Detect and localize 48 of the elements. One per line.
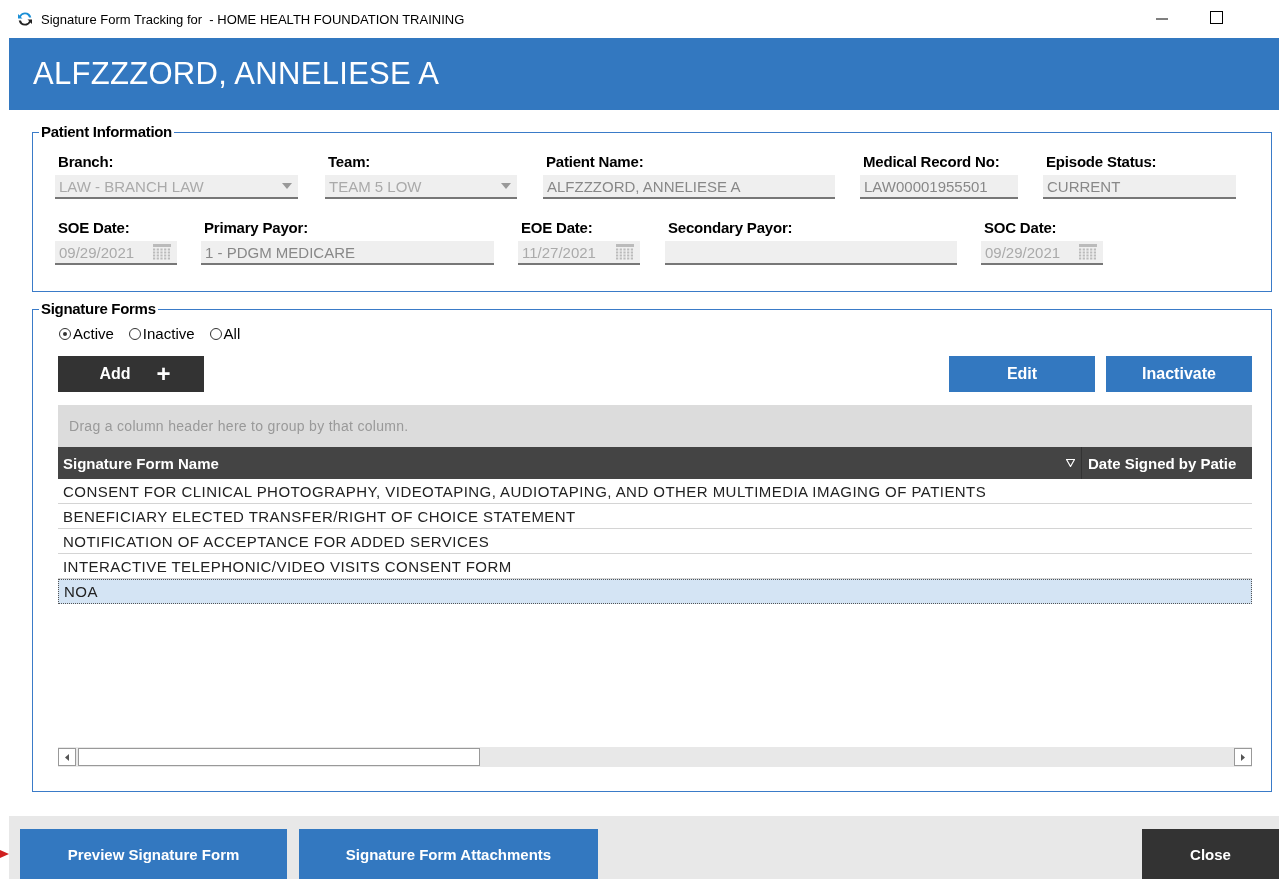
- plus-icon: +: [156, 362, 171, 386]
- scroll-left-icon[interactable]: [65, 753, 69, 761]
- field-label: Episode Status:: [1046, 153, 1158, 170]
- calendar-icon: [1079, 244, 1097, 260]
- add-button[interactable]: Add +: [58, 356, 204, 392]
- filter-icon[interactable]: [1066, 459, 1075, 467]
- field-label: Branch:: [58, 153, 115, 170]
- group-title: Patient Information: [39, 123, 174, 140]
- field-label: Team:: [328, 153, 372, 170]
- pointer-arrow-icon: [0, 850, 9, 858]
- maximize-icon[interactable]: [1210, 11, 1223, 24]
- radio-option[interactable]: Inactive: [128, 325, 195, 342]
- text-field[interactable]: 1 - PDGM MEDICARE: [201, 241, 494, 265]
- dropdown-arrow-icon: [282, 183, 292, 189]
- text-field[interactable]: [665, 241, 957, 265]
- window-title: Signature Form Tracking for - HOME HEALTH FOUNDATION TRAINING: [41, 11, 465, 27]
- column-header[interactable]: Signature Form Name: [63, 454, 1066, 472]
- table-row[interactable]: BENEFICIARY ELECTED TRANSFER/RIGHT OF CHOICE STATEMENT: [58, 504, 1252, 529]
- dropdown-arrow-icon: [501, 183, 511, 189]
- field-label: Secondary Payor:: [668, 219, 794, 236]
- edit-button[interactable]: Edit: [949, 356, 1095, 392]
- calendar-icon: [616, 244, 634, 260]
- close-button[interactable]: Close: [1142, 829, 1279, 879]
- field-label: Primary Payor:: [204, 219, 309, 236]
- scroll-right-icon[interactable]: [1241, 753, 1245, 761]
- calendar-icon: [153, 244, 171, 260]
- group-title: Signature Forms: [39, 300, 158, 317]
- field-label: EOE Date:: [521, 219, 594, 236]
- field-label: SOC Date:: [984, 219, 1058, 236]
- radio-option[interactable]: All: [209, 325, 241, 342]
- text-field[interactable]: ALFZZZORD, ANNELIESE A: [543, 175, 835, 199]
- preview-button[interactable]: Preview Signature Form: [20, 829, 287, 879]
- field-label: SOE Date:: [58, 219, 131, 236]
- table-row[interactable]: NOTIFICATION OF ACCEPTANCE FOR ADDED SERVICES: [58, 529, 1252, 554]
- text-field[interactable]: LAW00001955501: [860, 175, 1018, 199]
- attachments-button[interactable]: Signature Form Attachments: [299, 829, 598, 879]
- patient-name-heading: ALFZZZORD, ANNELIESE A: [33, 56, 440, 92]
- scrollbar-thumb[interactable]: [78, 748, 480, 766]
- table-row[interactable]: NOA: [58, 579, 1252, 604]
- app-icon: [17, 11, 33, 27]
- table-row[interactable]: CONSENT FOR CLINICAL PHOTOGRAPHY, VIDEOTAPING, AUDIOTAPING, AND OTHER MULTIMEDIA IMAGING OF PATIENTS: [58, 479, 1252, 504]
- radio-option[interactable]: Active: [59, 325, 114, 342]
- field-label: Medical Record No:: [863, 153, 1001, 170]
- inactivate-button[interactable]: Inactivate: [1106, 356, 1252, 392]
- field-label: Patient Name:: [546, 153, 645, 170]
- horizontal-scrollbar[interactable]: [58, 747, 1252, 767]
- text-field[interactable]: CURRENT: [1043, 175, 1236, 199]
- column-header[interactable]: Date Signed by Patie: [1082, 447, 1252, 479]
